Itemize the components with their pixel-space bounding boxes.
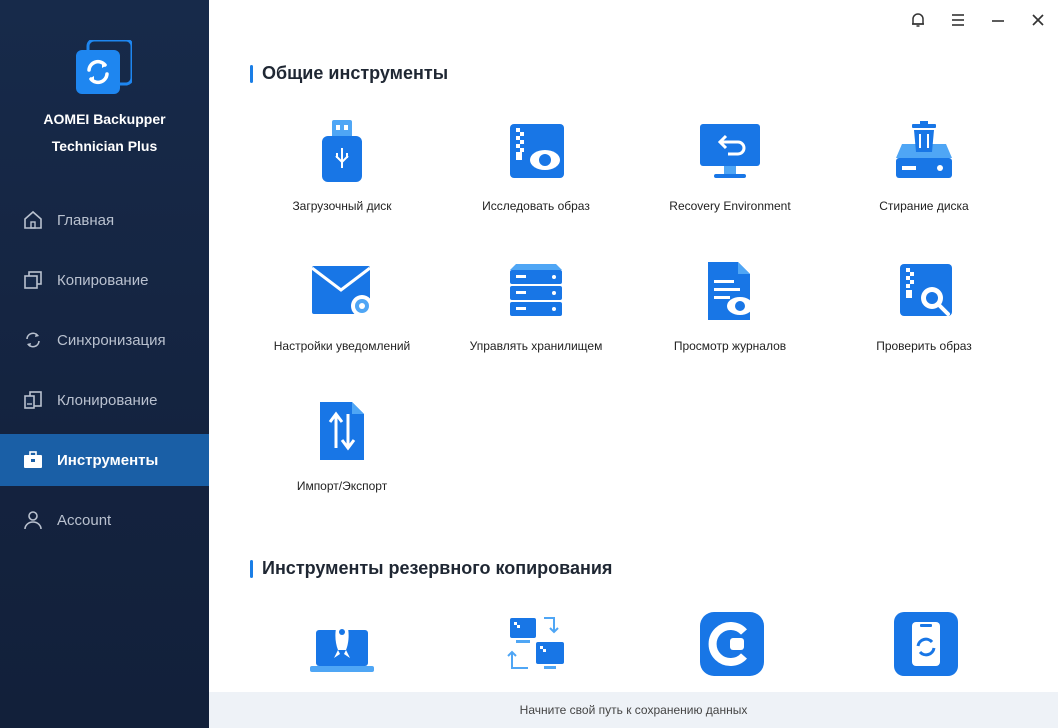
app-name-line2: Technician Plus	[51, 138, 158, 154]
sidebar-item-home[interactable]: Главная	[0, 194, 209, 246]
tool-disk-wipe[interactable]: Стирание диска	[824, 120, 1024, 230]
app-logo-icon	[76, 40, 132, 94]
menu-button[interactable]	[946, 8, 970, 32]
usb-drive-icon	[322, 120, 362, 182]
close-button[interactable]	[1026, 8, 1050, 32]
close-icon	[1032, 14, 1044, 26]
tool-import-export[interactable]: Импорт/Экспорт	[242, 400, 442, 510]
sidebar-item-label: Клонирование	[57, 391, 158, 409]
backup-icon	[22, 269, 44, 291]
sidebar-item-tools[interactable]: Инструменты	[0, 434, 209, 486]
tool-recovery-environment[interactable]: Recovery Environment	[630, 120, 830, 230]
tool-label: Просмотр журналов	[673, 339, 787, 353]
tool-manage-storage[interactable]: Управлять хранилищем	[436, 260, 636, 370]
recovery-environment-icon	[700, 124, 760, 178]
section-title-backup-tools: Инструменты резервного копирования	[250, 558, 612, 579]
tool-email-notification[interactable]: Настройки уведомлений	[242, 260, 442, 370]
sidebar: AOMEI Backupper Technician Plus Главная …	[0, 0, 209, 728]
sidebar-item-label: Инструменты	[57, 451, 159, 469]
clone-icon	[22, 389, 44, 411]
menu-icon	[952, 14, 964, 26]
explore-image-icon	[510, 124, 564, 178]
bell-icon	[912, 13, 924, 27]
tool-label: Исследовать образ	[482, 199, 590, 213]
tool-view-logs[interactable]: Просмотр журналов	[630, 260, 830, 370]
tool-label: Загрузочный диск	[292, 199, 392, 213]
sidebar-item-label: Account	[57, 511, 112, 529]
tool-label: Импорт/Экспорт	[296, 479, 388, 493]
sidebar-item-clone[interactable]: Клонирование	[0, 374, 209, 426]
tool-check-image[interactable]: Проверить образ	[824, 260, 1024, 370]
launch-backup-icon	[310, 616, 374, 672]
sidebar-item-label: Главная	[57, 211, 115, 229]
sidebar-item-account[interactable]: Account	[0, 494, 209, 546]
toolbox-icon	[22, 449, 44, 471]
tool-explore-image[interactable]: Исследовать образ	[436, 120, 636, 230]
disk-wipe-icon	[896, 121, 952, 178]
tool-label: Проверить образ	[876, 339, 972, 353]
check-image-icon	[900, 264, 952, 316]
minimize-button[interactable]	[986, 8, 1010, 32]
app-name-line1: AOMEI Backupper	[43, 111, 166, 127]
tool-label: Управлять хранилищем	[469, 339, 603, 353]
tool-bootable-media[interactable]: Загрузочный диск	[242, 120, 442, 230]
section-title-common: Общие инструменты	[250, 63, 448, 84]
image-deploy-icon	[507, 617, 564, 669]
home-icon	[22, 209, 44, 231]
phone-backup-icon	[894, 612, 958, 676]
import-export-icon	[320, 402, 364, 460]
user-icon	[22, 509, 44, 531]
sidebar-item-backup[interactable]: Копирование	[0, 254, 209, 306]
footer-bar: Начните свой путь к сохранению данных	[209, 692, 1058, 728]
sidebar-item-sync[interactable]: Синхронизация	[0, 314, 209, 366]
tool-phone-backup[interactable]	[824, 612, 1024, 682]
storage-manager-icon	[510, 264, 562, 316]
tool-centralized-backupper[interactable]	[630, 612, 830, 682]
sidebar-item-label: Копирование	[57, 271, 149, 289]
sync-icon	[22, 329, 44, 351]
notifications-button[interactable]	[906, 8, 930, 32]
minimize-icon	[992, 20, 1004, 22]
tool-label: Стирание диска	[879, 199, 969, 213]
view-logs-icon	[708, 262, 753, 320]
sidebar-item-label: Синхронизация	[57, 331, 166, 349]
email-settings-icon	[311, 266, 373, 317]
footer-text: Начните свой путь к сохранению данных	[519, 703, 748, 717]
centralized-backupper-icon	[700, 612, 764, 676]
tool-image-deploy[interactable]	[436, 612, 636, 682]
tool-label: Настройки уведомлений	[273, 339, 411, 353]
tool-label: Recovery Environment	[669, 199, 791, 213]
tool-launch-backup[interactable]	[242, 612, 442, 682]
